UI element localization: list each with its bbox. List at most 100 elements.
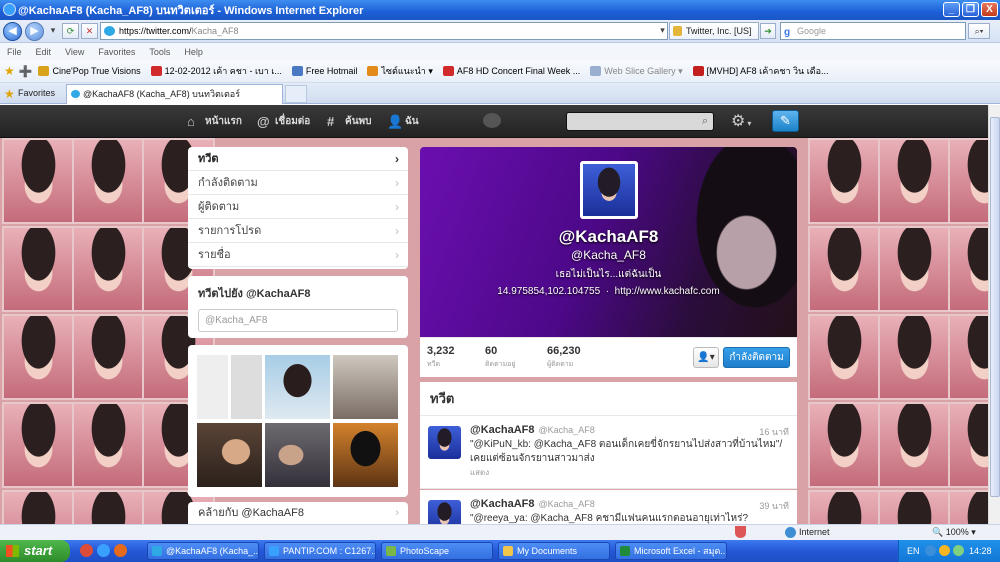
go-arrow-icon[interactable]: ➔ bbox=[760, 23, 776, 39]
profile-handle: @Kacha_AF8 bbox=[571, 248, 646, 262]
favorite-link[interactable]: 12-02-2012 เค้า คชา - เบา เ... bbox=[150, 64, 282, 78]
tweet-time[interactable]: 39 นาที bbox=[759, 499, 789, 513]
avatar[interactable] bbox=[428, 500, 461, 524]
stat-followers[interactable]: 66,230 ผู้ติดตาม bbox=[547, 345, 581, 370]
add-favorite-icon[interactable]: ➕ bbox=[19, 65, 33, 78]
twitter-bird-icon[interactable] bbox=[483, 113, 501, 128]
start-button[interactable]: start bbox=[0, 540, 70, 562]
profile-nav-item[interactable]: ผู้ติดตาม › bbox=[188, 195, 408, 219]
photo-thumbnail[interactable] bbox=[265, 423, 330, 487]
user-actions-button[interactable]: 👤▾ bbox=[693, 347, 719, 368]
forward-button[interactable]: ▶ bbox=[25, 22, 44, 41]
twitter-nav-user[interactable]: 👤 ฉัน bbox=[387, 114, 419, 129]
search-input[interactable]: g Google bbox=[780, 22, 966, 40]
close-window-button[interactable]: X bbox=[981, 2, 998, 17]
settings-gear-icon[interactable]: ⚙ ▾ bbox=[731, 111, 751, 131]
background-photo-tile bbox=[72, 138, 145, 224]
language-indicator[interactable]: EN bbox=[907, 546, 920, 556]
restore-button[interactable]: ❐ bbox=[962, 2, 979, 17]
address-bar[interactable]: https://twitter.com/Kacha_AF8 bbox=[100, 22, 668, 40]
twitter-nav-home[interactable]: ⌂ หน้าแรก bbox=[187, 114, 242, 129]
photo-thumbnail[interactable] bbox=[197, 355, 262, 419]
background-photo-tile bbox=[808, 226, 881, 312]
search-icon[interactable]: ⌕▾ bbox=[968, 23, 990, 39]
tweet-to-input[interactable]: @Kacha_AF8 bbox=[198, 309, 398, 332]
background-photo-tile bbox=[808, 490, 881, 524]
favorite-link[interactable]: Web Slice Gallery ▾ bbox=[590, 66, 683, 77]
app-icon bbox=[152, 546, 162, 556]
back-button[interactable]: ◀ bbox=[3, 22, 22, 41]
favorite-link[interactable]: ไซต์แนะนำ ▾ bbox=[367, 64, 433, 78]
security-report-button[interactable]: Twitter, Inc. [US] bbox=[669, 22, 759, 40]
background-photo-tile bbox=[878, 226, 951, 312]
avatar[interactable] bbox=[580, 161, 638, 219]
taskbar-window-button[interactable]: PhotoScape bbox=[381, 542, 493, 560]
photo-thumbnail[interactable] bbox=[333, 423, 398, 487]
recent-pages-dropdown[interactable]: ▾ bbox=[47, 23, 59, 39]
tab-row: ★ Favorites @KachaAF8 (Kacha_AF8) บนทวิต… bbox=[0, 83, 1000, 104]
background-photo-tile bbox=[808, 314, 881, 400]
profile-nav-item[interactable]: ทวีต › bbox=[188, 147, 408, 171]
compose-tweet-button[interactable]: ✎ bbox=[772, 110, 799, 132]
favorite-link[interactable]: Cine'Pop True Visions bbox=[38, 66, 141, 76]
menu-bar: File Edit View Favorites Tools Help bbox=[0, 43, 1000, 60]
ie-quicklaunch-icon[interactable] bbox=[97, 544, 110, 557]
favorite-link[interactable]: [MVHD] AF8 เค้าคชา วิน เดือ... bbox=[692, 64, 829, 78]
chrome-icon[interactable] bbox=[80, 544, 93, 557]
app-icon bbox=[620, 546, 630, 556]
tray-app-icon[interactable] bbox=[939, 545, 950, 556]
avatar[interactable] bbox=[428, 426, 461, 459]
photo-thumbnail[interactable] bbox=[265, 355, 330, 419]
security-label: Twitter, Inc. [US] bbox=[686, 26, 752, 36]
menu-tools[interactable]: Tools bbox=[149, 47, 170, 57]
tweet-expand-link[interactable]: แสดง bbox=[470, 466, 489, 479]
protected-mode-icon bbox=[735, 526, 746, 538]
help-icon[interactable] bbox=[925, 545, 936, 556]
menu-favorites[interactable]: Favorites bbox=[98, 47, 135, 57]
twitter-nav-at[interactable]: @ เชื่อมต่อ bbox=[257, 114, 310, 129]
stat-following[interactable]: 60 ติดตามอยู่ bbox=[485, 345, 516, 370]
taskbar-window-button[interactable]: Microsoft Excel - สมุด... bbox=[615, 542, 727, 560]
favorites-star-icon[interactable]: ★ bbox=[4, 64, 15, 78]
profile-nav-item[interactable]: กำลังติดตาม › bbox=[188, 171, 408, 195]
minimize-button[interactable]: _ bbox=[943, 2, 960, 17]
taskbar-window-button[interactable]: My Documents bbox=[498, 542, 610, 560]
tweet-item[interactable]: @KachaAF8 @Kacha_AF8 16 นาที "@KiPuN_kb: … bbox=[420, 416, 797, 489]
star-icon: ★ bbox=[4, 87, 15, 101]
similar-to-card[interactable]: คล้ายกับ @KachaAF8 › bbox=[188, 502, 408, 524]
address-dropdown-button[interactable]: ▾ bbox=[657, 23, 668, 39]
chevron-right-icon: › bbox=[395, 224, 399, 238]
taskbar-window-button[interactable]: @KachaAF8 (Kacha_... bbox=[147, 542, 259, 560]
profile-nav-item[interactable]: รายชื่อ › bbox=[188, 243, 408, 267]
vertical-scrollbar[interactable] bbox=[988, 105, 1000, 524]
tweet-author-name[interactable]: @KachaAF8 bbox=[470, 498, 535, 510]
firefox-icon[interactable] bbox=[114, 544, 127, 557]
menu-help[interactable]: Help bbox=[184, 47, 203, 57]
tweet-author-name[interactable]: @KachaAF8 bbox=[470, 424, 535, 436]
taskbar-window-button[interactable]: PANTIP.COM : C1267... bbox=[264, 542, 376, 560]
refresh-icon[interactable]: ⟳ bbox=[62, 23, 79, 39]
network-icon[interactable] bbox=[953, 545, 964, 556]
scrollbar-thumb[interactable] bbox=[990, 117, 1000, 497]
menu-view[interactable]: View bbox=[65, 47, 84, 57]
tweet-time[interactable]: 16 นาที bbox=[759, 425, 789, 439]
stop-icon[interactable]: ✕ bbox=[81, 23, 98, 39]
favorite-link[interactable]: Free Hotmail bbox=[291, 66, 357, 76]
photo-thumbnail[interactable] bbox=[333, 355, 398, 419]
stat-tweets[interactable]: 3,232 ทวีต bbox=[427, 345, 455, 370]
tweet-item[interactable]: @KachaAF8 @Kacha_AF8 39 นาที "@reeya_ya: … bbox=[420, 490, 797, 524]
search-icon: ⌕ bbox=[701, 115, 708, 127]
tab-active[interactable]: @KachaAF8 (Kacha_AF8) บนทวิตเตอร์ bbox=[66, 84, 283, 104]
favorite-link[interactable]: AF8 HD Concert Final Week ... bbox=[442, 66, 580, 76]
favorites-button[interactable]: ★ Favorites bbox=[3, 85, 55, 102]
profile-url[interactable]: http://www.kachafc.com bbox=[615, 286, 720, 297]
following-button[interactable]: กำลังติดตาม bbox=[723, 347, 790, 368]
twitter-search-input[interactable]: ⌕ bbox=[566, 112, 714, 131]
profile-nav-item[interactable]: รายการโปรด › bbox=[188, 219, 408, 243]
menu-edit[interactable]: Edit bbox=[36, 47, 52, 57]
menu-file[interactable]: File bbox=[7, 47, 22, 57]
zoom-control[interactable]: 🔍 100% ▾ bbox=[932, 527, 976, 538]
new-tab-button[interactable] bbox=[285, 85, 307, 103]
twitter-nav-hashtag[interactable]: # ค้นพบ bbox=[327, 114, 371, 129]
photo-thumbnail[interactable] bbox=[197, 423, 262, 487]
